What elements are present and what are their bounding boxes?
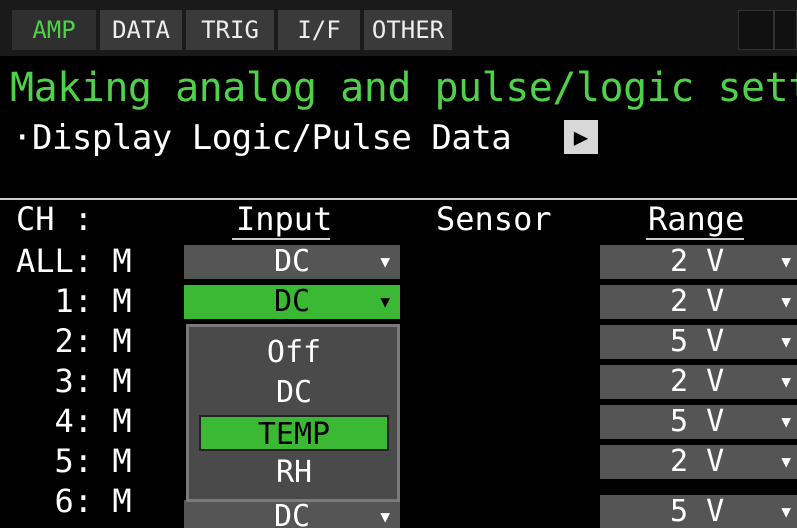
tab-if[interactable]: I/F [278,10,360,50]
channel-label: 2: M [16,322,132,360]
header-sensor: Sensor [436,200,552,238]
tab-other[interactable]: OTHER [364,10,452,50]
status-indicator [738,10,774,50]
dropdown-arrow-icon: ▼ [380,507,390,526]
tab-bar: AMP DATA TRIG I/F OTHER [0,0,797,56]
menu-item-display-logic-pulse[interactable]: ·Display Logic/Pulse Data [12,118,512,158]
range-value: 2 V [670,444,725,479]
range-select-ch4[interactable]: 5 V ▼ [600,405,797,439]
dropdown-option-off[interactable]: Off [199,335,389,371]
range-select-ch1[interactable]: 2 V ▼ [600,285,797,319]
play-icon[interactable]: ▶ [564,120,598,154]
dropdown-arrow-icon: ▼ [380,252,390,271]
header-underline [646,238,744,240]
range-value: 5 V [670,494,725,528]
dropdown-option-rh[interactable]: RH [199,455,389,491]
header-input: Input [236,200,333,238]
dropdown-arrow-icon: ▼ [781,502,791,521]
dropdown-option-dc[interactable]: DC [199,375,389,411]
input-value: DC [273,499,311,528]
dropdown-arrow-icon: ▼ [380,292,390,311]
channel-label: ALL: M [16,242,132,280]
header-underline [232,238,330,240]
input-select-ch6[interactable]: DC ▼ [184,500,400,528]
range-value: 2 V [670,244,725,279]
logger-screen: AMP DATA TRIG I/F OTHER Making analog an… [0,0,797,528]
range-select-ch5[interactable]: 2 V ▼ [600,445,797,479]
range-select-all[interactable]: 2 V ▼ [600,245,797,279]
input-select-ch1[interactable]: DC ▼ [184,285,400,319]
range-value: 5 V [670,324,725,359]
range-select-ch6[interactable]: 5 V ▼ [600,495,797,528]
range-value: 5 V [670,404,725,439]
dropdown-option-temp[interactable]: TEMP [199,415,389,452]
dropdown-arrow-icon: ▼ [781,292,791,311]
dropdown-arrow-icon: ▼ [781,252,791,271]
channel-label: 1: M [16,282,132,320]
status-indicator [774,10,797,50]
range-select-ch2[interactable]: 5 V ▼ [600,325,797,359]
tab-data[interactable]: DATA [100,10,182,50]
dropdown-arrow-icon: ▼ [781,412,791,431]
channel-label: 5: M [16,442,132,480]
range-value: 2 V [670,284,725,319]
channel-label: 4: M [16,402,132,440]
input-select-all[interactable]: DC ▼ [184,245,400,279]
input-dropdown-menu: Off DC TEMP RH [186,324,400,502]
dropdown-arrow-icon: ▼ [781,452,791,471]
range-value: 2 V [670,364,725,399]
input-value: DC [273,284,311,319]
range-select-ch3[interactable]: 2 V ▼ [600,365,797,399]
channel-label: 3: M [16,362,132,400]
header-range: Range [648,200,745,238]
channel-label: 6: M [16,482,132,520]
tab-amp[interactable]: AMP [12,10,96,50]
input-value: DC [273,244,311,279]
dropdown-arrow-icon: ▼ [781,372,791,391]
header-ch: CH : [16,200,94,238]
tab-trig[interactable]: TRIG [186,10,274,50]
page-title: Making analog and pulse/logic settings [10,65,797,111]
dropdown-arrow-icon: ▼ [781,332,791,351]
